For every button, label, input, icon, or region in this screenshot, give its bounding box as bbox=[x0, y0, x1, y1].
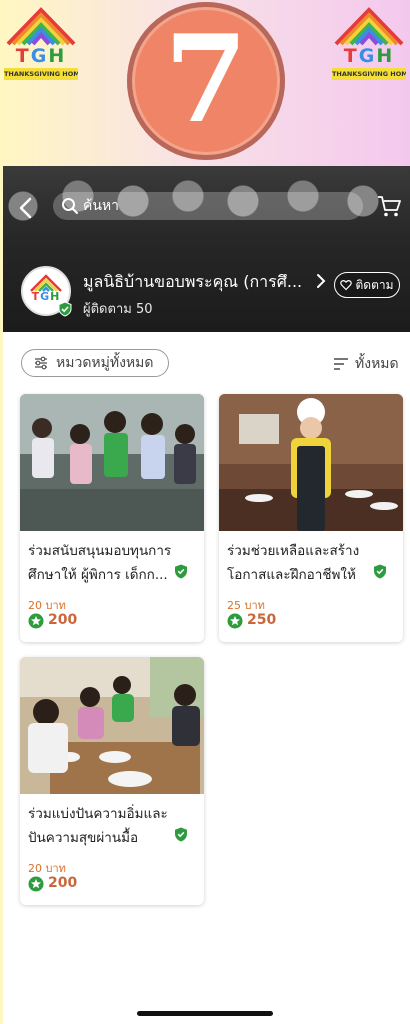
verified-shield-icon bbox=[374, 564, 386, 579]
rainbow-house-icon bbox=[334, 7, 404, 46]
category-filter-button[interactable]: หมวดหมู่ทั้งหมด bbox=[21, 349, 169, 377]
tgh-logo-left: TGH THANKSGIVING HOME bbox=[2, 4, 80, 80]
tgh-logo-subtitle: THANKSGIVING HOME bbox=[332, 68, 406, 80]
product-card[interactable]: ร่วมแบ่งปันความอิ่มและปันความสุขผ่านมื้อ… bbox=[20, 657, 204, 905]
big-number: 7 bbox=[164, 9, 248, 150]
follower-count: ผู้ติดตาม 50 bbox=[83, 302, 153, 317]
sort-icon bbox=[334, 358, 348, 370]
verified-shield-icon bbox=[58, 301, 72, 317]
product-points: 200 bbox=[48, 612, 78, 628]
tgh-logo-right: TGH THANKSGIVING HOME bbox=[330, 4, 408, 80]
heart-icon bbox=[340, 280, 353, 291]
filter-sliders-icon bbox=[35, 356, 47, 370]
tgh-logo-text: TGH bbox=[15, 45, 67, 67]
points-coin-icon bbox=[28, 876, 44, 892]
cart-icon[interactable] bbox=[375, 192, 403, 220]
points-coin-icon bbox=[28, 613, 44, 629]
search-placeholder: ค้นหา bbox=[83, 198, 120, 214]
follow-label: ติดตาม bbox=[355, 277, 394, 292]
product-title: ร่วมแบ่งปันความอิ่มและปันความสุขผ่านมื้อ… bbox=[28, 806, 168, 846]
product-points: 250 bbox=[247, 612, 277, 628]
product-image bbox=[20, 657, 204, 794]
follow-button[interactable]: ติดตาม bbox=[334, 272, 400, 298]
promo-banner: TGH THANKSGIVING HOME 7 TGH THANKSGIVING… bbox=[0, 0, 410, 166]
product-card[interactable]: ร่วมสนับสนุนมอบทุนการศึกษาให้ ผู้พิการ เ… bbox=[20, 394, 204, 642]
tgh-logo-subtitle: THANKSGIVING HOME bbox=[4, 68, 78, 80]
sort-button[interactable]: ทั้งหมด bbox=[333, 352, 399, 376]
number-seven-badge: 7 bbox=[127, 2, 285, 160]
chevron-right-icon[interactable] bbox=[315, 273, 327, 289]
product-title: ร่วมช่วยเหลือและสร้างโอกาสและฝึกอาชีพให้… bbox=[227, 543, 360, 583]
search-icon bbox=[62, 198, 78, 214]
product-points: 200 bbox=[48, 875, 78, 891]
home-indicator[interactable] bbox=[137, 1011, 273, 1016]
points-coin-icon bbox=[227, 613, 243, 629]
category-filter-label: หมวดหมู่ทั้งหมด bbox=[56, 355, 154, 371]
product-card[interactable]: ร่วมช่วยเหลือและสร้างโอกาสและฝึกอาชีพให้… bbox=[219, 394, 403, 642]
product-image bbox=[20, 394, 204, 531]
shop-name[interactable]: มูลนิธิบ้านขอบพระคุณ (การศึ... bbox=[83, 270, 313, 295]
shop-header: ค้นหา TGH มูลนิธิบ้านขอบพระคุณ (การศึ...… bbox=[3, 166, 410, 332]
search-input[interactable]: ค้นหา bbox=[53, 192, 363, 220]
back-arrow-icon[interactable] bbox=[15, 194, 37, 222]
verified-shield-icon bbox=[175, 564, 187, 579]
shop-page: ค้นหา TGH มูลนิธิบ้านขอบพระคุณ (การศึ...… bbox=[3, 166, 410, 1024]
product-image bbox=[219, 394, 403, 531]
product-title: ร่วมสนับสนุนมอบทุนการศึกษาให้ ผู้พิการ เ… bbox=[28, 543, 172, 583]
verified-shield-icon bbox=[175, 827, 187, 842]
rainbow-house-icon bbox=[6, 7, 76, 46]
tgh-logo-text: TGH bbox=[343, 45, 395, 67]
sort-label: ทั้งหมด bbox=[355, 356, 399, 372]
